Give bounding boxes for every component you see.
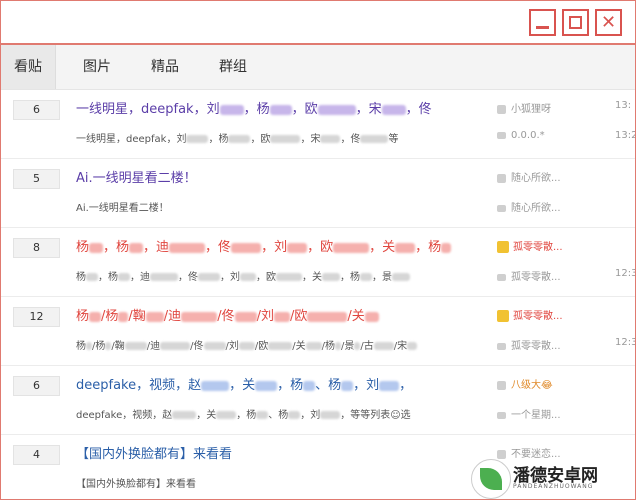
comment-icon	[497, 273, 506, 281]
last-reply: 孤零零散...	[497, 337, 561, 352]
thread-author[interactable]: 孤零零散...	[497, 238, 563, 253]
reply-time: 12:3	[615, 337, 636, 348]
last-reply: 孤零零散...	[497, 268, 561, 283]
thread-summary: Ai.一线明星看二楼！	[76, 203, 169, 214]
minimize-button[interactable]	[529, 9, 556, 36]
thread-summary: deepfake，视频，赵 ，关 ，杨 、杨 ，刘 ，等等列表☺选	[76, 410, 411, 421]
thread-summary: 杨，杨 ，迪 ，佟 ，刘 ，欧 ，关 ，杨 ，景	[76, 268, 410, 283]
user-icon	[497, 173, 506, 183]
reply-count: 12	[13, 307, 60, 327]
reply-time: 13:2	[615, 130, 636, 141]
tab-featured[interactable]: 精品	[143, 45, 187, 89]
thread-time: 13:	[615, 100, 632, 111]
comment-icon	[497, 204, 506, 212]
close-icon: ✕	[600, 11, 617, 33]
thread-row[interactable]: 5 Ai.一线明星看二楼！ Ai.一线明星看二楼！ 随心所欲... 随心所欲..…	[1, 159, 635, 228]
close-button[interactable]: ✕	[595, 9, 622, 36]
browser-window: ✕ 看贴 图片 精品 群组 6 一线明星，deepfak，刘 ，杨 ，欧 ，宋 ，佟 一…	[0, 0, 636, 500]
thread-summary: 一线明星，deepfak，刘 ，杨 ，欧 ，宋 ，佟等	[76, 134, 399, 145]
thread-row[interactable]: 8 杨，杨 ，迪 ，佟 ，刘 ，欧 ，关 ，杨 杨，杨 ，迪 ，佟 ，刘 ，欧 ，关 ，杨 ，景 孤零零散…	[1, 228, 635, 297]
thread-author[interactable]: 随心所欲...	[497, 169, 561, 184]
tab-images[interactable]: 图片	[77, 45, 117, 89]
thread-title[interactable]: 【国内外换脸都有】来看看	[76, 443, 232, 462]
user-icon	[497, 380, 506, 390]
reply-count: 5	[13, 169, 60, 189]
reply-count: 8	[13, 238, 60, 258]
thread-summary: 【国内外换脸都有】来看看	[76, 479, 196, 490]
maximize-icon	[569, 16, 582, 29]
comment-icon	[497, 131, 506, 139]
comment-icon	[497, 411, 506, 419]
thread-row[interactable]: 6 deepfake，视频，赵 ，关 ，杨 、杨 ，刘， deepfake，视频，赵 ，关…	[1, 366, 635, 435]
thread-title[interactable]: deepfake，视频，赵 ，关 ，杨 、杨 ，刘，	[76, 374, 412, 393]
reply-count: 6	[13, 376, 60, 396]
last-reply: 随心所欲...	[497, 199, 561, 214]
watermark-sub: PANDEANZHUOWANG	[513, 483, 594, 490]
forum-tabs: 看贴 图片 精品 群组	[1, 45, 635, 90]
site-watermark: 潘德安卓网 PANDEANZHUOWANG	[471, 457, 631, 499]
maximize-button[interactable]	[562, 9, 589, 36]
tab-groups[interactable]: 群组	[211, 45, 255, 89]
thread-row[interactable]: 12 杨/杨/鞠/迪/佟/刘/欧/关 杨/杨/鞠/迪/佟/刘/欧/关/杨/景/古…	[1, 297, 635, 366]
tab-posts[interactable]: 看贴	[1, 45, 56, 89]
leaf-logo-icon	[471, 459, 511, 499]
comment-icon	[497, 342, 506, 350]
last-reply: 0.0.0.*	[497, 130, 545, 141]
thread-author[interactable]: 孤零零散...	[497, 307, 563, 322]
last-reply: 一个星期...	[497, 406, 561, 421]
badge-icon	[497, 241, 509, 253]
minimize-icon	[536, 25, 549, 29]
thread-title[interactable]: 杨/杨/鞠/迪/佟/刘/欧/关	[76, 305, 379, 324]
thread-summary: 杨/杨/鞠/迪/佟/刘/欧/关/杨/景/古/宋	[76, 337, 418, 352]
title-bar: ✕	[1, 1, 635, 45]
thread-title[interactable]: 一线明星，deepfak，刘 ，杨 ，欧 ，宋 ，佟	[76, 98, 432, 117]
thread-row[interactable]: 6 一线明星，deepfak，刘 ，杨 ，欧 ，宋 ，佟 一线明星，deepfak，刘，…	[1, 90, 635, 159]
reply-count: 6	[13, 100, 60, 120]
reply-count: 4	[13, 445, 60, 465]
thread-title[interactable]: 杨，杨 ，迪 ，佟 ，刘 ，欧 ，关 ，杨	[76, 236, 452, 255]
thread-author[interactable]: 八级大😂	[497, 376, 553, 391]
thread-title[interactable]: Ai.一线明星看二楼！	[76, 167, 197, 186]
reply-time: 12:3	[615, 268, 636, 279]
user-icon	[497, 104, 506, 114]
badge-icon	[497, 310, 509, 322]
thread-author[interactable]: 小狐狸呀	[497, 100, 551, 115]
